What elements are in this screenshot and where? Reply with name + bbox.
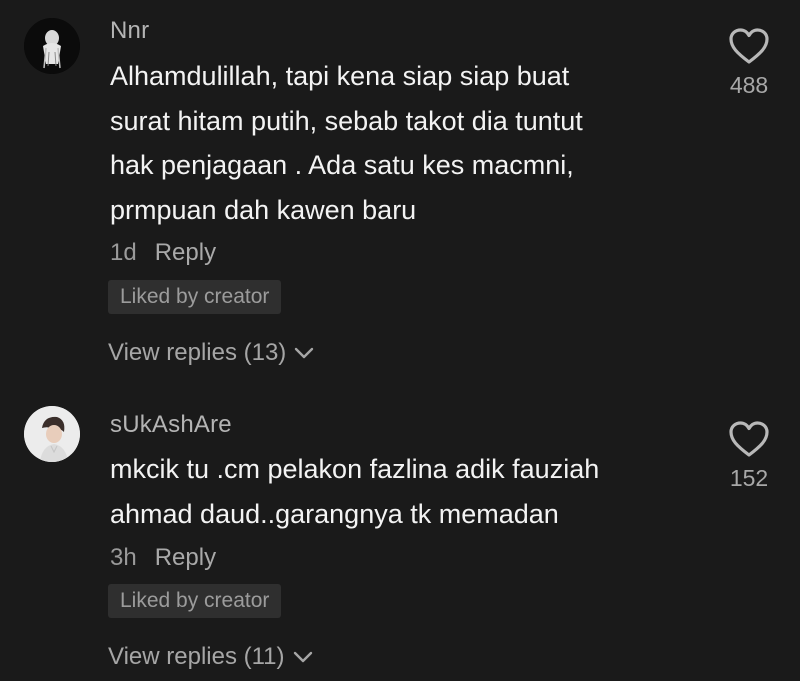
comment-item: sUkAshAre mkcik tu .cm pelakon fazlina a… <box>0 390 800 681</box>
comment-text: mkcik tu .cm pelakon fazlina adik fauzia… <box>110 454 600 529</box>
dark-figure-avatar-icon <box>24 18 80 74</box>
like-column: 152 <box>714 419 784 492</box>
heart-icon[interactable] <box>727 26 771 66</box>
view-replies-label: View replies (11) <box>108 643 285 670</box>
view-replies-button[interactable]: View replies (13) <box>108 339 314 367</box>
view-replies-label: View replies (13) <box>108 339 287 366</box>
like-count: 488 <box>729 72 769 98</box>
comment-timestamp: 3h <box>110 544 137 571</box>
view-replies-button[interactable]: View replies (11) <box>108 643 313 671</box>
chevron-down-icon <box>295 347 314 359</box>
reply-button[interactable]: Reply <box>155 544 216 572</box>
comment-timestamp: 1d <box>110 239 137 266</box>
reply-button[interactable]: Reply <box>155 239 216 267</box>
comment-meta: 3h Reply <box>110 544 216 572</box>
comment-meta: 1d Reply <box>110 239 216 267</box>
chevron-down-icon <box>293 651 312 663</box>
person-photo-avatar-icon <box>24 406 80 462</box>
comment-username[interactable]: Nnr <box>110 17 149 45</box>
comment-item: Nnr Alhamdulillah, tapi kena siap siap b… <box>0 0 800 390</box>
liked-by-creator-badge: Liked by creator <box>108 584 282 618</box>
avatar[interactable] <box>24 18 80 74</box>
like-count: 152 <box>729 465 769 491</box>
comment-text: Alhamdulillah, tapi kena siap siap buat … <box>110 61 583 225</box>
liked-by-creator-badge: Liked by creator <box>108 280 282 314</box>
comment-username[interactable]: sUkAshAre <box>110 411 232 439</box>
heart-icon[interactable] <box>727 419 771 459</box>
avatar[interactable] <box>24 406 80 462</box>
like-column: 488 <box>714 26 784 99</box>
